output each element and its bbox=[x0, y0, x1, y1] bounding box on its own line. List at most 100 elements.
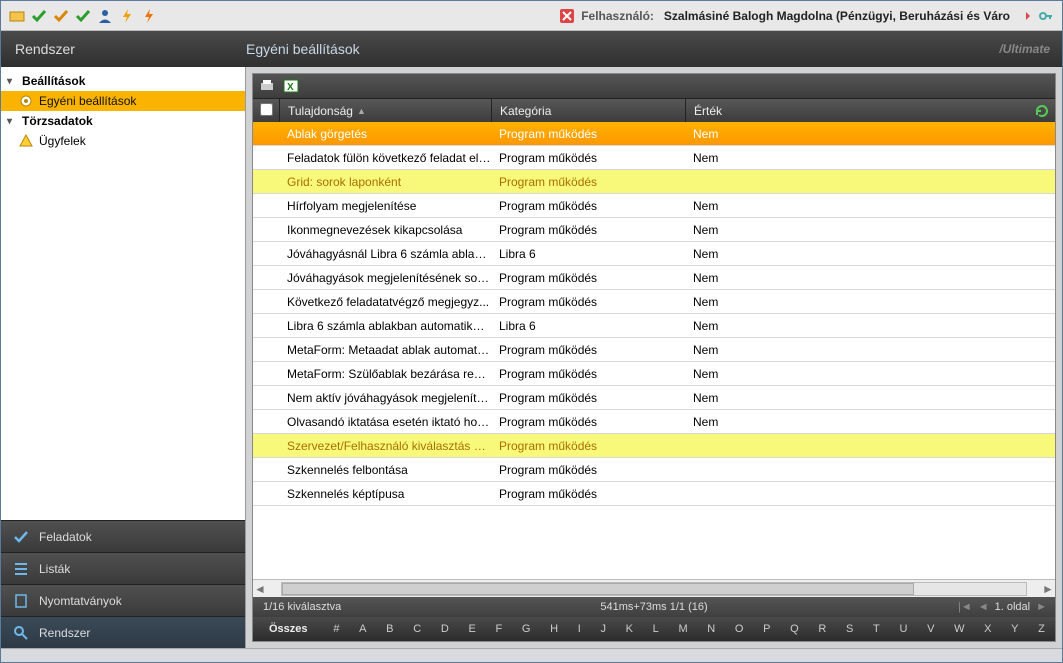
table-row[interactable]: Jóváhagyásnál Libra 6 számla ablak a...L… bbox=[253, 242, 1055, 266]
table-row[interactable]: Szervezet/Felhasználó kiválasztás mó...P… bbox=[253, 434, 1055, 458]
search-icon bbox=[13, 625, 29, 641]
page-next-icon[interactable]: ► bbox=[1036, 601, 1047, 613]
bolt-orange-icon[interactable] bbox=[141, 8, 157, 24]
scroll-track[interactable] bbox=[281, 582, 1027, 596]
alpha-letter[interactable]: O bbox=[735, 623, 744, 635]
checkmark-green-icon[interactable] bbox=[75, 8, 91, 24]
alpha-letter[interactable]: M bbox=[678, 623, 687, 635]
scroll-right-icon[interactable]: ► bbox=[1041, 582, 1055, 596]
cell-prop: Ablak görgetés bbox=[279, 127, 491, 141]
alpha-letter[interactable]: W bbox=[954, 623, 964, 635]
alpha-letter[interactable]: A bbox=[359, 623, 366, 635]
alpha-letter[interactable]: Y bbox=[1011, 623, 1018, 635]
nav-nyomtatvanyok[interactable]: Nyomtatványok bbox=[1, 584, 245, 616]
alpha-letter[interactable]: H bbox=[550, 623, 558, 635]
alpha-letter[interactable]: S bbox=[846, 623, 853, 635]
scroll-left-icon[interactable]: ◄ bbox=[253, 582, 267, 596]
user-name: Szalmásiné Balogh Magdolna (Pénzügyi, Be… bbox=[664, 9, 1010, 23]
table-row[interactable]: Olvasandó iktatása esetén iktató hoz...P… bbox=[253, 410, 1055, 434]
alpha-letter[interactable]: P bbox=[763, 623, 770, 635]
alpha-letter[interactable]: N bbox=[707, 623, 715, 635]
alpha-letter[interactable]: R bbox=[818, 623, 826, 635]
grid-body[interactable]: Ablak görgetésProgram működésNemFeladato… bbox=[253, 122, 1055, 579]
person-icon[interactable] bbox=[97, 8, 113, 24]
alpha-all[interactable]: Összes bbox=[253, 623, 324, 635]
alpha-letter[interactable]: V bbox=[927, 623, 934, 635]
folder-icon[interactable] bbox=[9, 8, 25, 24]
table-row[interactable]: Hírfolyam megjelenítéseProgram működésNe… bbox=[253, 194, 1055, 218]
cell-cat: Program működés bbox=[491, 367, 685, 381]
col-header-tulajdonsag[interactable]: Tulajdonság▲ bbox=[279, 99, 491, 122]
col-header-kategoria[interactable]: Kategória bbox=[491, 99, 685, 122]
alpha-letter[interactable]: G bbox=[522, 623, 531, 635]
cell-cat: Program működés bbox=[491, 391, 685, 405]
alpha-letter[interactable]: I bbox=[578, 623, 581, 635]
scroll-thumb[interactable] bbox=[282, 583, 914, 595]
alpha-letter[interactable]: # bbox=[333, 623, 339, 635]
cell-cat: Program működés bbox=[491, 439, 685, 453]
alpha-letter[interactable]: Q bbox=[790, 623, 799, 635]
excel-icon[interactable]: X bbox=[283, 78, 299, 94]
app-logo: /Ultimate bbox=[999, 42, 1050, 56]
bolt-icon[interactable] bbox=[119, 8, 135, 24]
nav-rendszer[interactable]: Rendszer bbox=[1, 616, 245, 648]
list-icon bbox=[13, 561, 29, 577]
table-row[interactable]: MetaForm: Metaadat ablak automatik...Pro… bbox=[253, 338, 1055, 362]
table-row[interactable]: Libra 6 számla ablakban automatikus ...L… bbox=[253, 314, 1055, 338]
table-row[interactable]: Ikonmegnevezések kikapcsolásaProgram műk… bbox=[253, 218, 1055, 242]
alpha-letter[interactable]: K bbox=[626, 623, 633, 635]
alpha-letter[interactable]: Z bbox=[1038, 623, 1045, 635]
alpha-filter-bar: Összes # A B C D E F G H I J K L M N O P Q R S T U V W X Y Z bbox=[253, 617, 1055, 641]
table-row[interactable]: Szkennelés képtípusaProgram működés bbox=[253, 482, 1055, 506]
pin-icon[interactable] bbox=[1016, 8, 1032, 24]
table-row[interactable]: Ablak görgetésProgram működésNem bbox=[253, 122, 1055, 146]
cell-cat: Program működés bbox=[491, 223, 685, 237]
close-red-icon[interactable] bbox=[559, 8, 575, 24]
cell-prop: Olvasandó iktatása esetén iktató hoz... bbox=[279, 415, 491, 429]
user-label: Felhasználó: bbox=[581, 9, 654, 23]
tree-item-egyeni-beallitasok[interactable]: Egyéni beállítások bbox=[1, 91, 245, 111]
alpha-letter[interactable]: U bbox=[899, 623, 907, 635]
tree-group-beallitasok[interactable]: Beállítások bbox=[1, 71, 245, 91]
cell-cat: Program működés bbox=[491, 295, 685, 309]
table-row[interactable]: Szkennelés felbontásaProgram működés bbox=[253, 458, 1055, 482]
select-all-checkbox[interactable] bbox=[260, 103, 273, 116]
table-row[interactable]: Jóváhagyások megjelenítésének sorr...Pro… bbox=[253, 266, 1055, 290]
table-row[interactable]: Következő feladatatvégző megjegyz...Prog… bbox=[253, 290, 1055, 314]
alpha-letter[interactable]: J bbox=[600, 623, 606, 635]
settings-node-icon bbox=[19, 94, 33, 108]
tree-group-torzsadatok[interactable]: Törzsadatok bbox=[1, 111, 245, 131]
table-row[interactable]: Nem aktív jóváhagyások megjelenítéseProg… bbox=[253, 386, 1055, 410]
grid-status-bar: 1/16 kiválasztva 541ms+73ms 1/1 (16) |◄ … bbox=[253, 597, 1055, 617]
checkmark-orange-icon[interactable] bbox=[53, 8, 69, 24]
horizontal-scrollbar[interactable]: ◄ ► bbox=[253, 579, 1055, 597]
alpha-letter[interactable]: D bbox=[441, 623, 449, 635]
cell-val: Nem bbox=[685, 367, 1007, 381]
alpha-letter[interactable]: T bbox=[873, 623, 880, 635]
table-row[interactable]: MetaForm: Szülőablak bezárása rend...Pro… bbox=[253, 362, 1055, 386]
nav-feladatok[interactable]: Feladatok bbox=[1, 520, 245, 552]
key-icon[interactable] bbox=[1038, 8, 1054, 24]
cell-val: Nem bbox=[685, 199, 1007, 213]
table-row[interactable]: Feladatok fülön következő feladat elv...… bbox=[253, 146, 1055, 170]
refresh-icon[interactable] bbox=[1035, 104, 1049, 118]
page-prev-icon[interactable]: ◄ bbox=[978, 601, 989, 613]
print-icon[interactable] bbox=[259, 78, 275, 94]
table-row[interactable]: Grid: sorok laponkéntProgram működés bbox=[253, 170, 1055, 194]
tree-item-ugyfelek[interactable]: Ügyfelek bbox=[1, 131, 245, 151]
cell-cat: Program működés bbox=[491, 151, 685, 165]
cell-prop: Ikonmegnevezések kikapcsolása bbox=[279, 223, 491, 237]
alpha-letter[interactable]: X bbox=[984, 623, 991, 635]
alpha-letter[interactable]: L bbox=[653, 623, 659, 635]
alpha-letter[interactable]: C bbox=[413, 623, 421, 635]
col-header-ertek[interactable]: Érték bbox=[685, 99, 1055, 122]
page-first-icon[interactable]: |◄ bbox=[958, 601, 972, 613]
checkmark-icon[interactable] bbox=[31, 8, 47, 24]
cell-prop: Következő feladatatvégző megjegyz... bbox=[279, 295, 491, 309]
nav-listak[interactable]: Listák bbox=[1, 552, 245, 584]
alpha-letter[interactable]: F bbox=[495, 623, 502, 635]
alpha-letter[interactable]: B bbox=[386, 623, 393, 635]
alpha-letter[interactable]: E bbox=[468, 623, 475, 635]
cell-val: Nem bbox=[685, 247, 1007, 261]
grid-header-checkbox[interactable] bbox=[253, 103, 279, 119]
